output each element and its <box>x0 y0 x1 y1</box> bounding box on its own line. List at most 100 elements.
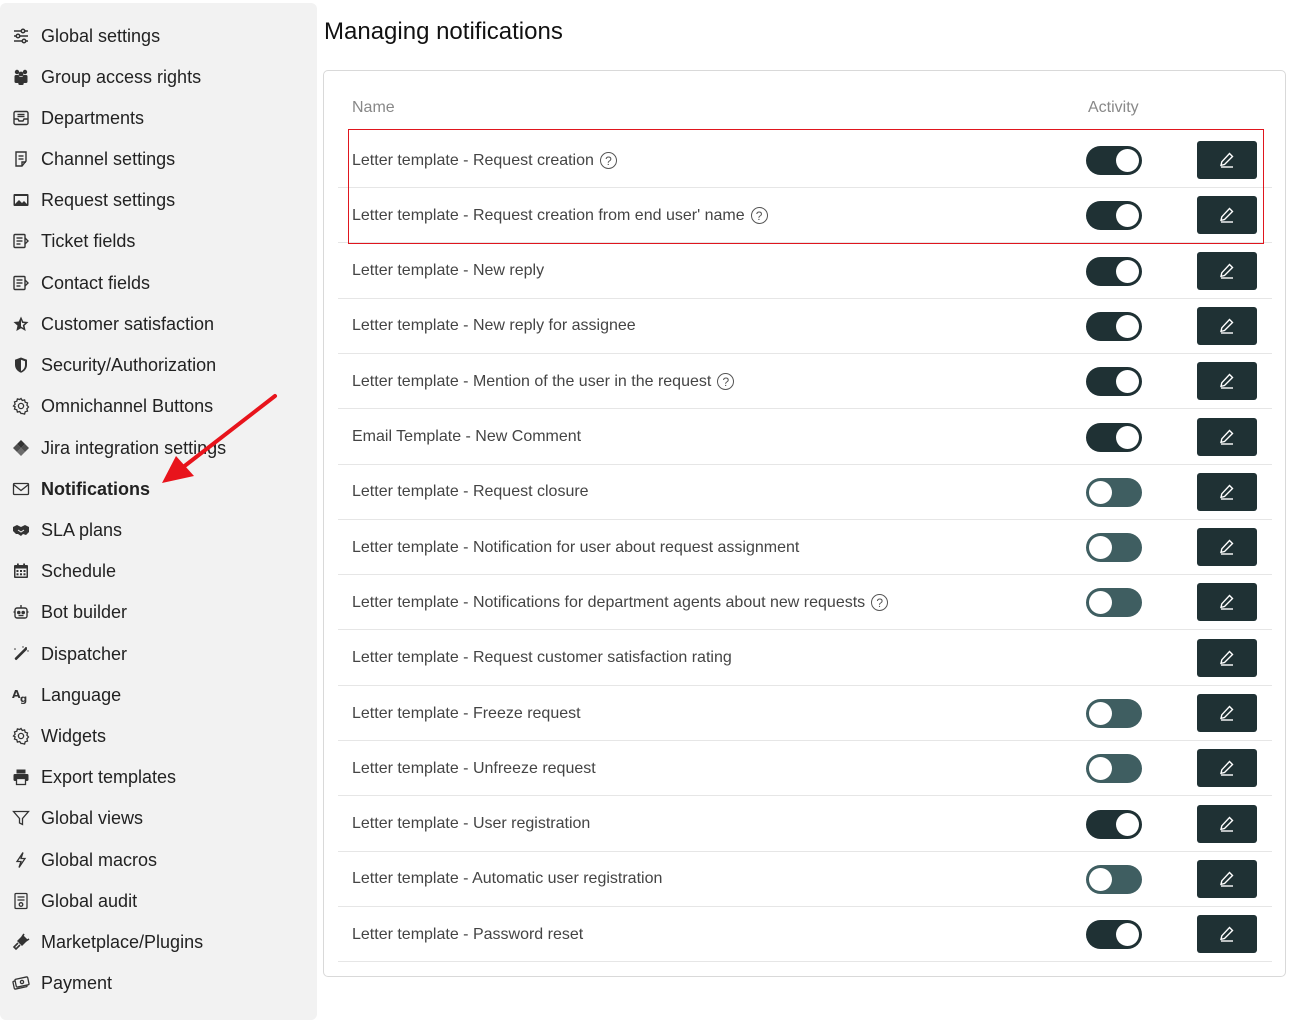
edit-button[interactable] <box>1197 196 1257 235</box>
notification-name: Letter template - Automatic user registr… <box>352 870 663 888</box>
sidebar-item-label: Global views <box>41 807 144 828</box>
notification-name-cell: Letter template - User registration <box>352 797 590 852</box>
sidebar-item-label: Channel settings <box>41 148 176 169</box>
toggle-knob <box>1089 757 1112 781</box>
edit-button[interactable] <box>1197 638 1257 677</box>
sidebar-item-schedule[interactable]: Schedule <box>12 559 116 583</box>
pencil-icon <box>1218 593 1236 611</box>
activity-toggle[interactable] <box>1086 809 1142 839</box>
sidebar-item-customer-satisfaction[interactable]: Customer satisfaction <box>12 312 214 336</box>
inbox-icon <box>12 108 34 128</box>
pencil-icon <box>1218 483 1236 501</box>
sidebar-item-request-settings[interactable]: Request settings <box>12 188 175 212</box>
activity-toggle[interactable] <box>1086 754 1142 784</box>
edit-button[interactable] <box>1197 417 1257 456</box>
sidebar-item-payment[interactable]: Payment <box>12 971 112 995</box>
activity-toggle[interactable] <box>1086 201 1142 231</box>
notification-name: Letter template - Mention of the user in… <box>352 372 712 390</box>
plug-icon <box>12 932 34 952</box>
notifications-panel: Name Activity Letter template - Request … <box>323 70 1286 977</box>
activity-toggle[interactable] <box>1086 699 1142 728</box>
bolt-icon <box>12 850 34 870</box>
edit-button[interactable] <box>1197 472 1257 511</box>
sidebar-item-bot-builder[interactable]: Bot builder <box>12 600 127 624</box>
sidebar-item-jira-integration-settings[interactable]: Jira integration settings <box>12 436 226 460</box>
edit-button[interactable] <box>1197 141 1257 179</box>
sidebar-item-omnichannel-buttons[interactable]: Omnichannel Buttons <box>12 394 213 418</box>
robot-icon <box>12 602 34 622</box>
pencil-icon <box>1218 759 1236 777</box>
sidebar-item-ticket-fields[interactable]: Ticket fields <box>12 229 135 253</box>
notification-name-cell: Letter template - Request closure <box>352 465 589 520</box>
table-row: Letter template - Request creation? <box>338 133 1272 188</box>
help-circle-icon[interactable]: ? <box>717 373 735 391</box>
sidebar-item-group-access-rights[interactable]: Group access rights <box>12 65 201 89</box>
table-row: Letter template - Password reset <box>338 907 1272 963</box>
sidebar-item-channel-settings[interactable]: Channel settings <box>12 147 175 171</box>
activity-toggle[interactable] <box>1086 920 1142 950</box>
sidebar-item-dispatcher[interactable]: Dispatcher <box>12 642 127 666</box>
toggle-knob <box>1116 923 1139 947</box>
notification-name: Letter template - Notification for user … <box>352 538 800 556</box>
activity-toggle[interactable] <box>1086 256 1142 286</box>
activity-toggle[interactable] <box>1086 422 1142 452</box>
toggle-knob <box>1116 149 1139 172</box>
activity-toggle[interactable] <box>1086 533 1142 563</box>
edit-button[interactable] <box>1197 859 1257 898</box>
notification-name: Letter template - Request closure <box>352 483 589 501</box>
activity-toggle[interactable] <box>1086 311 1142 341</box>
filter-icon <box>12 808 34 828</box>
edit-button[interactable] <box>1197 528 1257 567</box>
sidebar-item-export-templates[interactable]: Export templates <box>12 765 176 789</box>
help-circle-icon[interactable]: ? <box>871 594 889 612</box>
envelope-icon <box>12 479 34 499</box>
edit-button[interactable] <box>1197 251 1257 290</box>
sidebar-item-global-macros[interactable]: Global macros <box>12 848 157 872</box>
edit-button[interactable] <box>1197 583 1257 622</box>
sidebar-item-contact-fields[interactable]: Contact fields <box>12 271 150 295</box>
edit-button[interactable] <box>1197 362 1257 401</box>
table-row: Letter template - Automatic user registr… <box>338 852 1272 907</box>
handshake-icon <box>12 520 34 540</box>
activity-toggle[interactable] <box>1086 367 1142 397</box>
sidebar-item-label: Global settings <box>41 25 161 46</box>
sidebar-item-marketplace-plugins[interactable]: Marketplace/Plugins <box>12 930 203 954</box>
notification-name: Letter template - Freeze request <box>352 704 581 722</box>
help-circle-icon[interactable]: ? <box>750 207 768 225</box>
table-row: Letter template - Unfreeze request <box>338 741 1272 797</box>
sidebar-item-global-views[interactable]: Global views <box>12 806 143 830</box>
edit-button[interactable] <box>1197 694 1257 732</box>
sidebar-item-security-authorization[interactable]: Security/Authorization <box>12 353 216 377</box>
shield-icon <box>12 355 34 375</box>
table-row: Letter template - New reply for assignee <box>338 299 1272 354</box>
sidebar-item-language[interactable]: Ag Language <box>12 683 121 707</box>
edit-button[interactable] <box>1197 915 1257 954</box>
pencil-icon <box>1218 704 1236 722</box>
activity-toggle[interactable] <box>1086 588 1142 618</box>
help-circle-icon[interactable]: ? <box>599 152 617 169</box>
sidebar-item-notifications[interactable]: Notifications <box>12 477 150 501</box>
sidebar-item-widgets[interactable]: Widgets <box>12 724 106 748</box>
edit-button[interactable] <box>1197 749 1257 788</box>
notification-name-cell: Letter template - Automatic user registr… <box>352 852 662 907</box>
notification-name-cell: Letter template - Request creation from … <box>352 188 768 243</box>
sidebar-item-sla-plans[interactable]: SLA plans <box>12 518 122 542</box>
activity-toggle[interactable] <box>1086 864 1142 894</box>
sidebar-item-label: Group access rights <box>41 66 202 87</box>
gear-icon <box>12 396 34 416</box>
edit-button[interactable] <box>1197 804 1257 843</box>
notification-name-cell: Letter template - Freeze request <box>352 686 581 741</box>
notification-name-cell: Letter template - New reply <box>352 244 544 299</box>
audit-doc-icon <box>12 891 34 911</box>
pencil-icon <box>1218 262 1236 280</box>
sidebar-item-global-audit[interactable]: Global audit <box>12 889 137 913</box>
activity-toggle[interactable] <box>1086 146 1142 175</box>
edit-button[interactable] <box>1197 306 1257 345</box>
activity-toggle[interactable] <box>1086 477 1142 507</box>
notification-name-cell: Letter template - Notifications for depa… <box>352 575 889 630</box>
sidebar-item-label: Payment <box>41 972 113 993</box>
sidebar-item-departments[interactable]: Departments <box>12 106 144 130</box>
sidebar-item-label: Ticket fields <box>41 230 136 251</box>
sidebar-item-label: Dispatcher <box>41 643 128 664</box>
sidebar-item-global-settings[interactable]: Global settings <box>12 24 160 48</box>
